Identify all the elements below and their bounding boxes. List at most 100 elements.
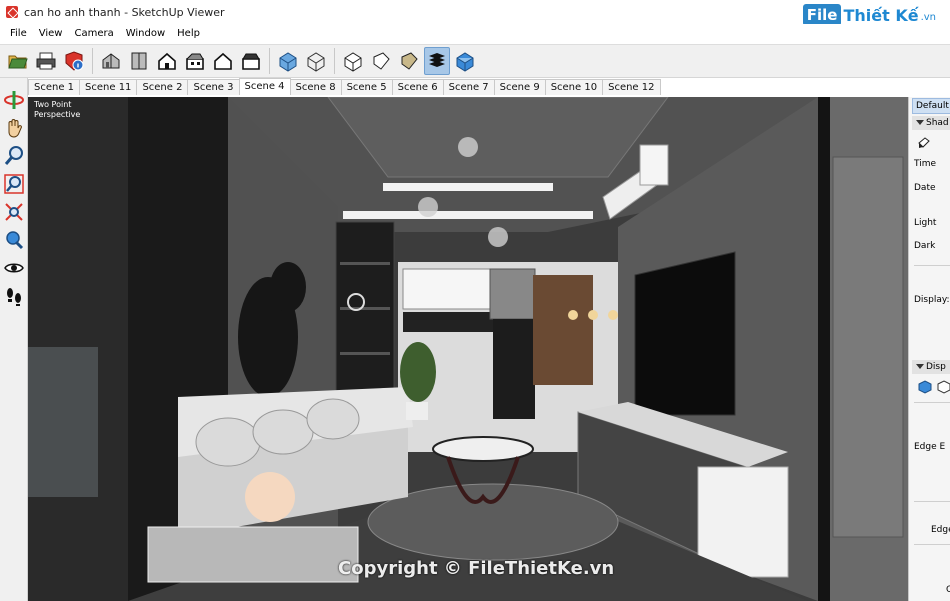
hidden-line-button[interactable] bbox=[340, 47, 366, 75]
hidden-line-icon bbox=[344, 52, 362, 72]
brand-sub: .vn bbox=[920, 12, 936, 23]
default-tray-header[interactable]: Default T bbox=[912, 98, 950, 114]
tab-scene-7[interactable]: Scene 7 bbox=[442, 79, 495, 95]
left-toolbar bbox=[0, 78, 28, 601]
orbit-icon bbox=[4, 91, 24, 109]
tab-scene-3[interactable]: Scene 3 bbox=[187, 79, 240, 95]
menu-bar: File View Camera Window Help bbox=[0, 24, 950, 44]
filethietke-logo: File Thiết Kế .vn bbox=[802, 4, 936, 26]
camera-type-line2: Perspective bbox=[34, 110, 81, 119]
sketchup-app-icon bbox=[6, 6, 18, 18]
brand-text: Thiết Kế bbox=[843, 5, 919, 25]
model-info-icon bbox=[65, 51, 84, 71]
left-view-button[interactable] bbox=[238, 47, 264, 75]
zoom-button[interactable] bbox=[2, 144, 26, 168]
zoom-window-button[interactable] bbox=[2, 172, 26, 196]
model-viewport[interactable]: Two Point Perspective Copyright © FileTh… bbox=[28, 97, 908, 601]
shaded-button[interactable] bbox=[368, 47, 394, 75]
styles-section-header[interactable]: Disp bbox=[912, 360, 950, 374]
divider bbox=[914, 501, 950, 502]
tab-scene-4[interactable]: Scene 4 bbox=[238, 78, 291, 95]
tab-scene-1[interactable]: Scene 1 bbox=[28, 79, 81, 95]
last-visible-label: Q bbox=[946, 585, 950, 595]
look-around-icon bbox=[4, 263, 24, 273]
print-button[interactable] bbox=[33, 47, 59, 75]
orbit-button[interactable] bbox=[2, 88, 26, 112]
position-camera-button[interactable] bbox=[2, 228, 26, 252]
pan-button[interactable] bbox=[2, 116, 26, 140]
open-icon bbox=[8, 55, 28, 69]
light-label: Light bbox=[914, 218, 937, 228]
monochrome-button[interactable] bbox=[424, 47, 450, 75]
color-by-layer-button[interactable] bbox=[452, 47, 478, 75]
model-info-button[interactable] bbox=[61, 47, 87, 75]
monochrome-icon bbox=[429, 53, 445, 67]
look-around-button[interactable] bbox=[2, 256, 26, 280]
tab-scene-11[interactable]: Scene 11 bbox=[79, 79, 138, 95]
edge-label-2: Edge bbox=[931, 525, 950, 535]
menu-help[interactable]: Help bbox=[171, 24, 206, 44]
copyright-watermark: Copyright © FileThietKe.vn bbox=[338, 558, 615, 579]
toolbar-separator bbox=[92, 48, 93, 74]
edge-label-1: Edge E bbox=[914, 442, 946, 452]
shadows-section-header[interactable]: Shad bbox=[912, 116, 950, 130]
display-label: Display: bbox=[914, 295, 950, 305]
toolbar-separator bbox=[269, 48, 270, 74]
open-button[interactable] bbox=[5, 47, 31, 75]
left-view-icon bbox=[242, 53, 260, 70]
tab-scene-9[interactable]: Scene 9 bbox=[493, 79, 546, 95]
toolbar-separator bbox=[334, 48, 335, 74]
shadows-toggle-icon[interactable] bbox=[917, 135, 931, 149]
iso-view-button[interactable] bbox=[98, 47, 124, 75]
print-icon bbox=[36, 52, 56, 70]
front-view-icon bbox=[158, 52, 176, 70]
window-title: can ho anh thanh - SketchUp Viewer bbox=[24, 5, 225, 19]
position-camera-icon bbox=[6, 231, 24, 250]
tab-scene-8[interactable]: Scene 8 bbox=[289, 79, 342, 95]
zoom-icon bbox=[4, 146, 23, 165]
right-view-button[interactable] bbox=[182, 47, 208, 75]
wireframe-button[interactable] bbox=[303, 47, 329, 75]
style-blue-cube-icon[interactable] bbox=[918, 380, 932, 394]
xray-button[interactable] bbox=[275, 47, 301, 75]
walk-icon bbox=[7, 288, 21, 306]
tab-scene-2[interactable]: Scene 2 bbox=[136, 79, 189, 95]
shaded-textures-icon bbox=[401, 52, 418, 70]
divider bbox=[914, 544, 950, 545]
zoom-extents-icon bbox=[5, 203, 23, 221]
tab-scene-5[interactable]: Scene 5 bbox=[340, 79, 393, 95]
zoom-window-icon bbox=[4, 174, 24, 194]
menu-file[interactable]: File bbox=[4, 24, 33, 44]
menu-view[interactable]: View bbox=[33, 24, 69, 44]
rendered-interior-scene bbox=[28, 97, 908, 601]
shaded-textures-button[interactable] bbox=[396, 47, 422, 75]
right-view-icon bbox=[186, 53, 204, 70]
divider bbox=[914, 265, 950, 266]
color-cube-icon bbox=[456, 52, 474, 72]
tab-scene-6[interactable]: Scene 6 bbox=[391, 79, 444, 95]
front-view-button[interactable] bbox=[154, 47, 180, 75]
date-label: Date bbox=[914, 183, 936, 193]
back-view-button[interactable] bbox=[210, 47, 236, 75]
shaded-icon bbox=[373, 52, 390, 70]
main-toolbar bbox=[0, 44, 950, 78]
xray-icon bbox=[279, 52, 297, 72]
walk-button[interactable] bbox=[2, 284, 26, 308]
brand-box: File bbox=[802, 4, 842, 26]
style-white-cube-icon[interactable] bbox=[937, 380, 950, 394]
tab-scene-10[interactable]: Scene 10 bbox=[544, 79, 604, 95]
default-tray-panel: Default T Shad Time Date Light Dark Disp… bbox=[908, 97, 950, 601]
back-view-icon bbox=[214, 52, 232, 70]
menu-window[interactable]: Window bbox=[120, 24, 171, 44]
tab-scene-12[interactable]: Scene 12 bbox=[602, 79, 661, 95]
pan-icon bbox=[8, 119, 23, 138]
menu-camera[interactable]: Camera bbox=[68, 24, 119, 44]
wireframe-icon bbox=[307, 52, 325, 72]
top-view-button[interactable] bbox=[126, 47, 152, 75]
camera-type-label: Two Point Perspective bbox=[34, 100, 80, 120]
zoom-extents-button[interactable] bbox=[2, 200, 26, 224]
camera-type-line1: Two Point bbox=[34, 100, 72, 109]
divider bbox=[914, 402, 950, 403]
top-view-icon bbox=[131, 52, 147, 70]
title-bar: can ho anh thanh - SketchUp Viewer File … bbox=[0, 0, 950, 26]
